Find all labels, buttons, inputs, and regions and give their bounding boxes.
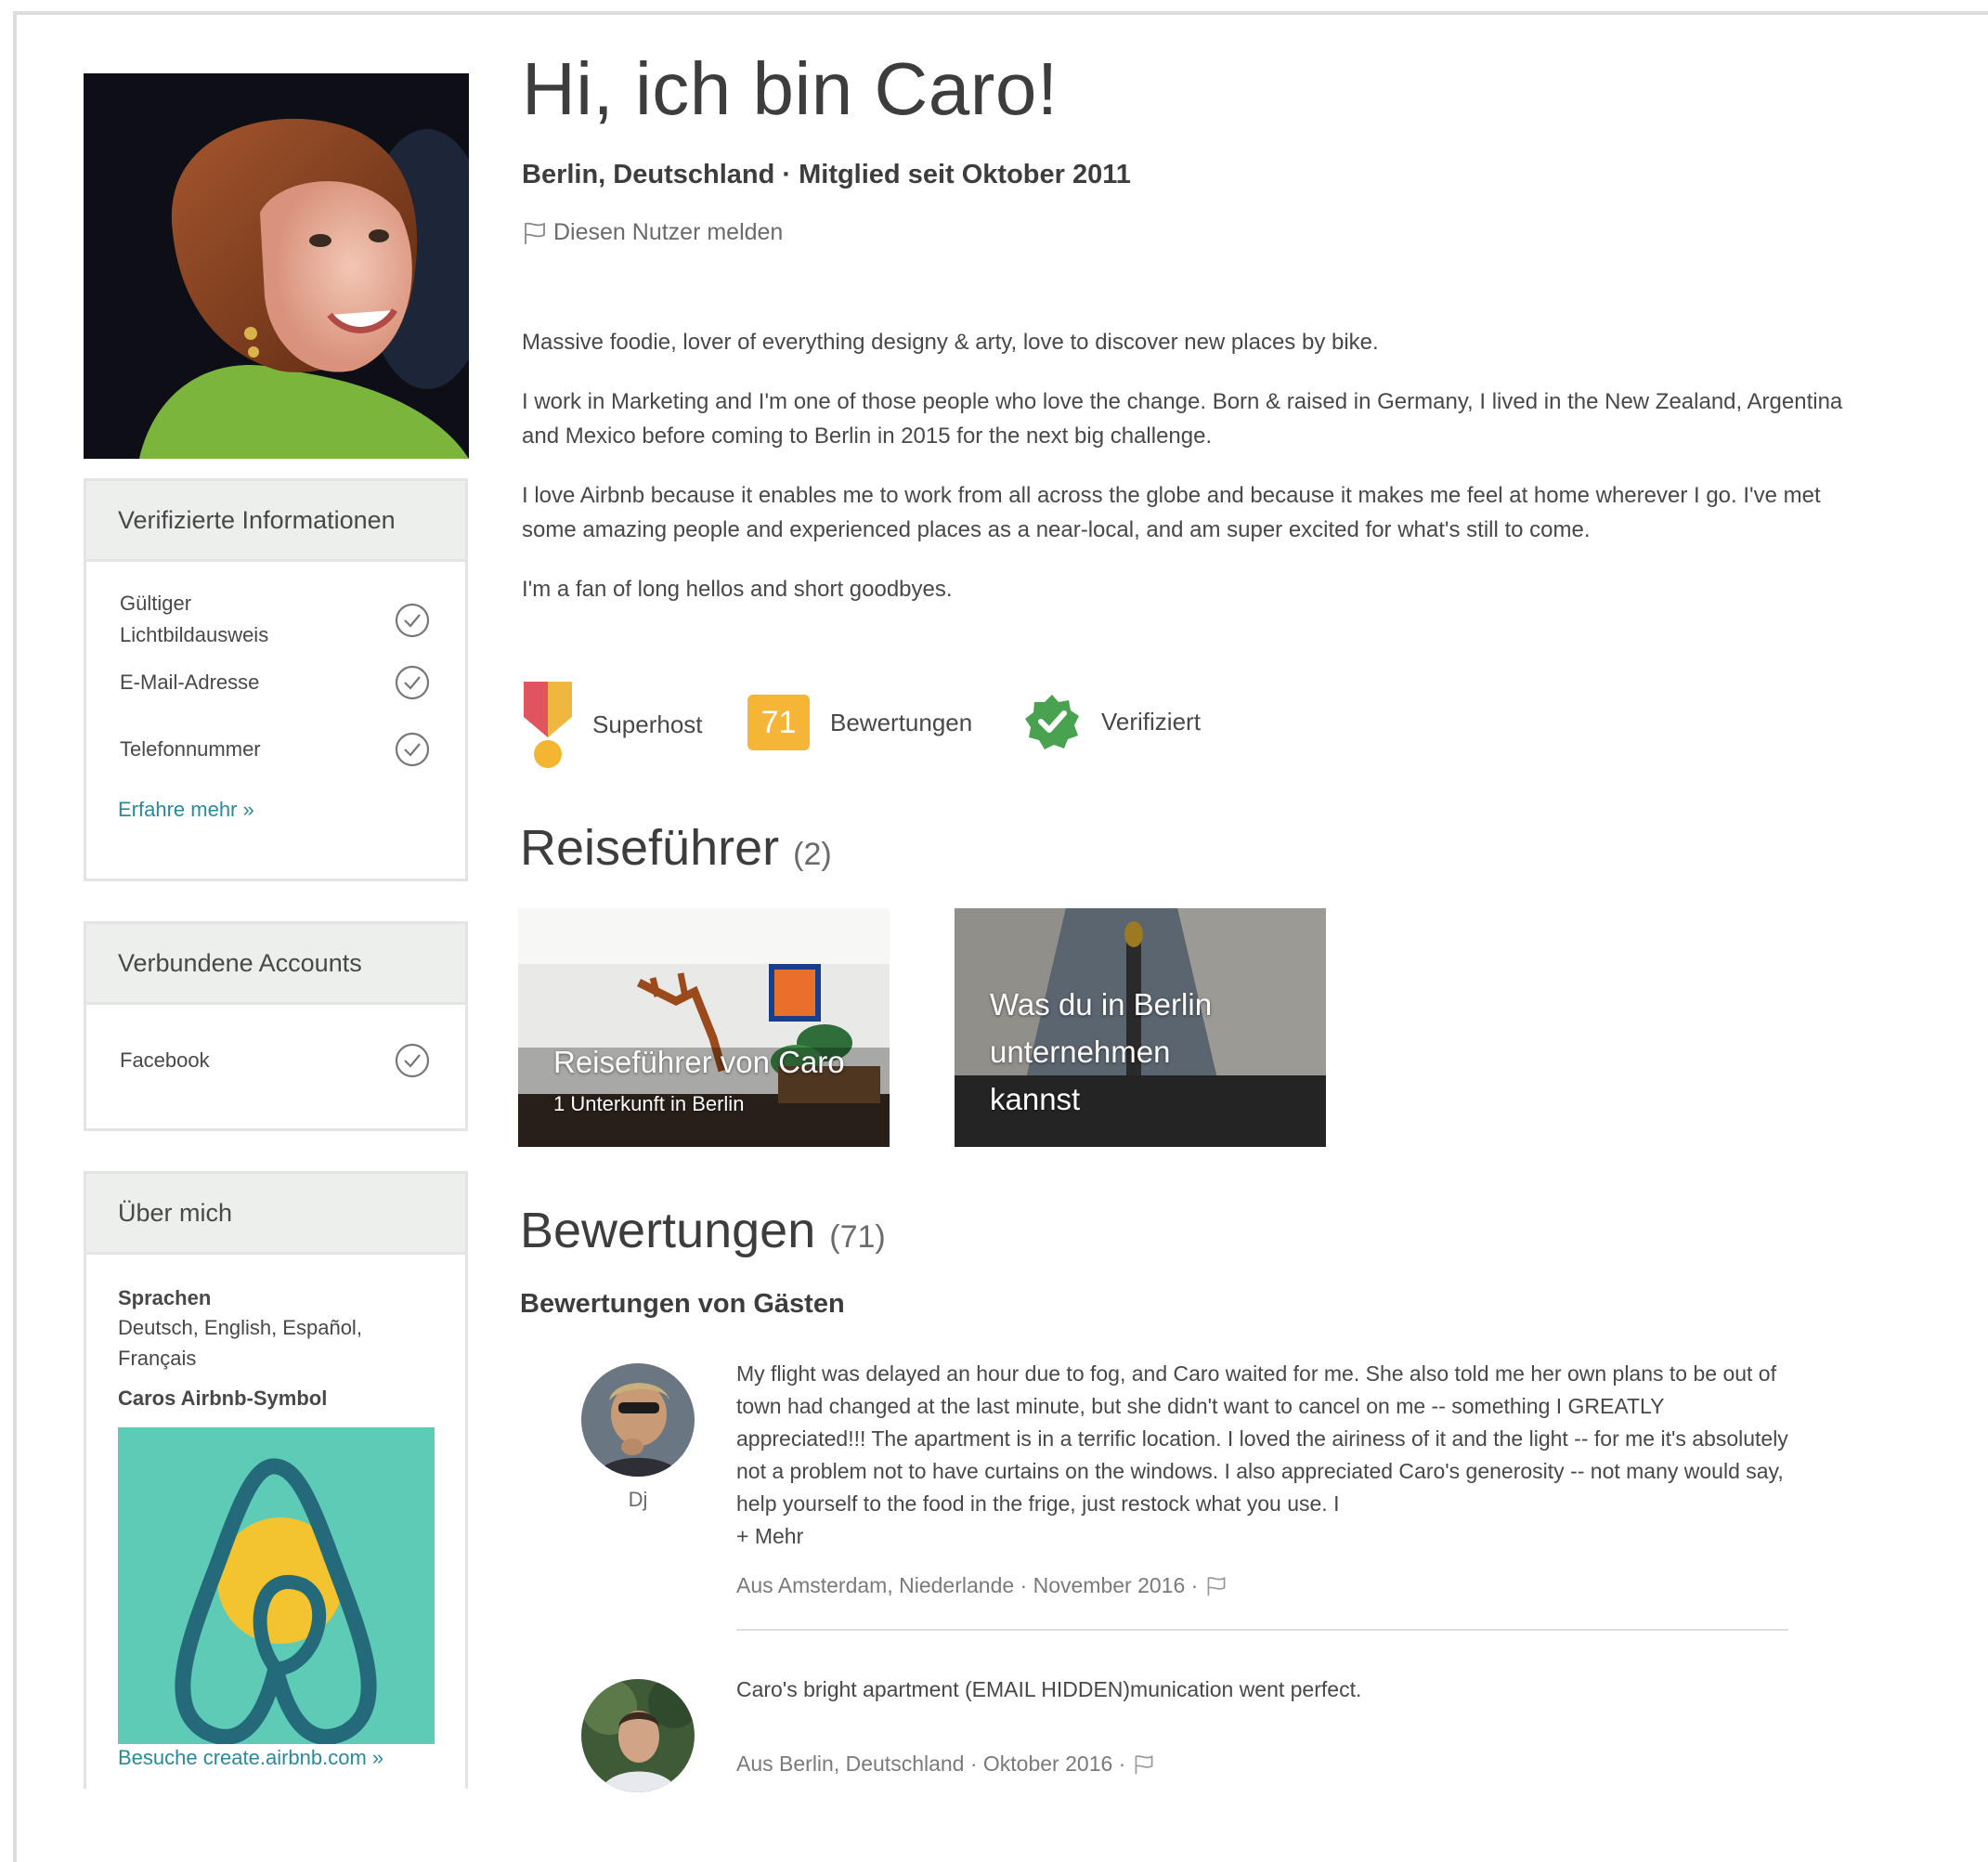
guest-reviews-subheading: Bewertungen von Gästen — [520, 1289, 845, 1319]
airbnb-symbol-image — [118, 1427, 435, 1745]
reviews-heading: Bewertungen (71) — [520, 1202, 886, 1259]
verified-badge[interactable]: Verifiziert — [1023, 693, 1201, 750]
check-circle-icon — [395, 665, 430, 700]
report-user-label: Diesen Nutzer melden — [553, 219, 784, 245]
reviewer-avatar[interactable] — [581, 1363, 695, 1477]
connected-item-label: Facebook — [120, 1048, 210, 1072]
verified-item-phone: Telefonnummer — [120, 729, 430, 770]
flag-icon[interactable] — [1133, 1753, 1155, 1776]
superhost-label: Superhost — [592, 710, 703, 738]
flag-icon[interactable] — [1205, 1575, 1228, 1597]
bio-text: Massive foodie, lover of everything desi… — [522, 325, 1859, 632]
guide-card-title: Reiseführer von Caro — [553, 1045, 845, 1079]
flag-icon — [525, 222, 545, 244]
bio-paragraph: Massive foodie, lover of everything desi… — [522, 330, 1379, 355]
verified-info-heading: Verifizierte Informationen — [86, 481, 465, 562]
reviews-count-badge: 71 — [747, 695, 810, 750]
check-circle-icon — [395, 1043, 430, 1078]
review-meta: Aus Berlin, Deutschland · Oktober 2016 · — [736, 1751, 1155, 1777]
review-text-body: My flight was delayed an hour due to fog… — [736, 1361, 1788, 1516]
review-meta-text: Aus Berlin, Deutschland · Oktober 2016 · — [736, 1751, 1126, 1776]
bio-paragraph: I'm a fan of long hellos and short goodb… — [522, 577, 953, 602]
profile-subline: Berlin, Deutschland · Mitglied seit Okto… — [522, 160, 1131, 189]
languages-label: Sprachen — [118, 1286, 212, 1309]
airbnb-symbol-label: Caros Airbnb-Symbol — [118, 1387, 328, 1410]
review-text: Caro's bright apartment (EMAIL HIDDEN)mu… — [736, 1677, 1362, 1701]
guides-heading-text: Reiseführer — [520, 820, 780, 876]
connected-item-facebook: Facebook — [120, 1040, 430, 1081]
superhost-badge[interactable]: Superhost — [522, 678, 703, 771]
about-me-panel: Über mich Sprachen Deutsch, English, Esp… — [84, 1171, 468, 1789]
review-meta: Aus Amsterdam, Niederlande · November 20… — [736, 1573, 1228, 1598]
read-more-link[interactable]: + Mehr — [736, 1524, 803, 1548]
page-title: Hi, ich bin Caro! — [522, 47, 1059, 130]
guides-heading: Reiseführer (2) — [520, 819, 832, 877]
bio-paragraph: I work in Marketing and I'm one of those… — [522, 389, 1843, 449]
superhost-icon — [524, 682, 572, 768]
guide-card[interactable]: Reiseführer von Caro 1 Unterkunft in Ber… — [518, 908, 890, 1147]
reviews-label: Bewertungen — [830, 708, 973, 736]
verified-info-panel: Verifizierte Informationen Gültiger Lich… — [84, 478, 468, 881]
verified-check-icon — [1025, 695, 1079, 749]
reviews-badge[interactable]: 71 Bewertungen — [747, 695, 972, 750]
verified-item-label: Gültiger Lichtbildausweis — [120, 592, 269, 646]
guide-card-subtitle: 1 Unterkunft in Berlin — [553, 1092, 745, 1115]
verified-item-label: E-Mail-Adresse — [120, 671, 260, 694]
reviews-count: (71) — [829, 1219, 886, 1255]
guide-card[interactable]: Was du in Berlin unternehmen kannst — [955, 908, 1326, 1147]
check-circle-icon — [395, 603, 430, 638]
bio-paragraph: I love Airbnb because it enables me to w… — [522, 483, 1821, 542]
create-airbnb-link[interactable]: Besuche create.airbnb.com » — [118, 1746, 383, 1770]
check-circle-icon — [395, 732, 430, 767]
learn-more-link[interactable]: Erfahre mehr » — [118, 798, 254, 822]
guide-card-title: Was du in Berlin unternehmen kannst — [990, 987, 1213, 1116]
reviews-heading-text: Bewertungen — [520, 1203, 816, 1258]
review-divider — [736, 1629, 1788, 1631]
about-me-heading: Über mich — [86, 1174, 465, 1255]
connected-accounts-heading: Verbundene Accounts — [86, 924, 465, 1005]
verified-item-id: Gültiger Lichtbildausweis — [120, 588, 430, 653]
verified-item-label: Telefonnummer — [120, 737, 261, 761]
review-item: Caro's bright apartment (EMAIL HIDDEN)mu… — [581, 1677, 1788, 1792]
verified-item-email: E-Mail-Adresse — [120, 662, 430, 703]
verified-label: Verifiziert — [1101, 707, 1201, 736]
report-user-link[interactable]: Diesen Nutzer melden — [522, 219, 783, 246]
review-item: Dj My flight was delayed an hour due to … — [581, 1361, 1788, 1614]
review-meta-text: Aus Amsterdam, Niederlande · November 20… — [736, 1573, 1199, 1597]
profile-photo — [84, 73, 469, 459]
languages-value: Deutsch, English, Español, Français — [118, 1316, 362, 1370]
review-text: My flight was delayed an hour due to fog… — [736, 1358, 1790, 1553]
connected-accounts-panel: Verbundene Accounts Facebook — [84, 921, 468, 1131]
guides-count: (2) — [793, 837, 832, 872]
reviewer-avatar[interactable] — [581, 1679, 695, 1792]
reviewer-name: Dj — [628, 1488, 648, 1511]
